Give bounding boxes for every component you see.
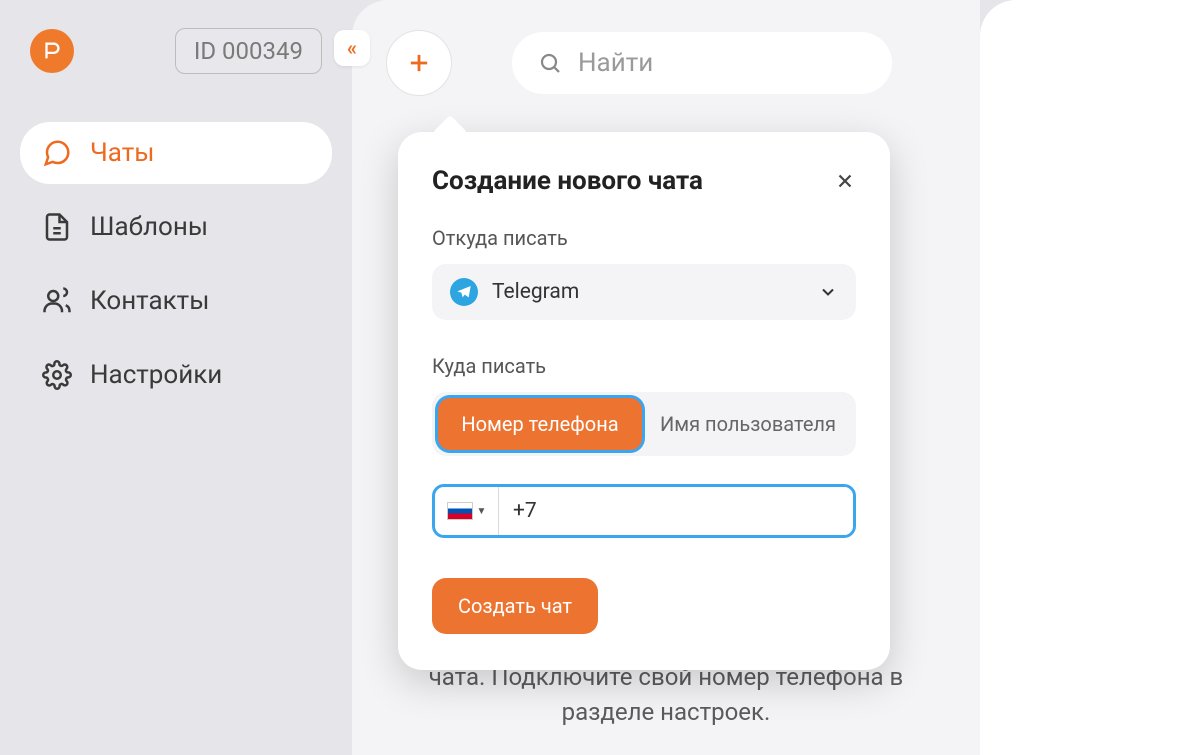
search-icon [538, 51, 562, 75]
close-icon [834, 170, 856, 192]
to-label: Куда писать [432, 354, 856, 378]
country-select[interactable]: ▼ [435, 487, 499, 535]
destination-type-toggle: Номер телефона Имя пользователя [432, 392, 856, 456]
search-bar[interactable] [512, 32, 892, 94]
caret-down-icon: ▼ [477, 506, 487, 517]
phone-input[interactable] [499, 487, 853, 535]
gear-icon [42, 360, 72, 390]
nav-label: Чаты [90, 138, 154, 168]
main-nav: Чаты Шаблоны Контакты Настройки [20, 122, 332, 406]
chat-icon [42, 138, 72, 168]
plus-icon [405, 49, 433, 77]
nav-item-settings[interactable]: Настройки [20, 344, 332, 406]
nav-item-templates[interactable]: Шаблоны [20, 196, 332, 258]
source-select-value: Telegram [492, 280, 804, 304]
create-chat-button[interactable]: Создать чат [432, 578, 598, 634]
toggle-phone[interactable]: Номер телефона [438, 398, 642, 450]
app-logo[interactable] [30, 29, 74, 73]
popover-title: Создание нового чата [432, 166, 703, 196]
nav-label: Настройки [90, 360, 222, 390]
new-chat-popover: Создание нового чата Откуда писать Teleg… [398, 132, 890, 670]
right-panel [980, 0, 1200, 755]
from-label: Откуда писать [432, 226, 856, 250]
nav-label: Контакты [90, 286, 209, 316]
sidebar: ID 000349 Чаты Шаблоны Контакты [0, 0, 352, 755]
document-icon [42, 212, 72, 242]
account-id-badge: ID 000349 [175, 28, 322, 74]
collapse-sidebar-button[interactable]: « [334, 30, 370, 66]
chevron-left-double-icon: « [347, 36, 357, 60]
contacts-icon [42, 286, 72, 316]
telegram-icon [450, 278, 478, 306]
source-select[interactable]: Telegram [432, 264, 856, 320]
nav-label: Шаблоны [90, 212, 208, 242]
search-input[interactable] [578, 48, 866, 78]
top-toolbar [386, 30, 946, 96]
phone-input-row: ▼ [432, 484, 856, 538]
nav-item-contacts[interactable]: Контакты [20, 270, 332, 332]
close-button[interactable] [834, 170, 856, 192]
empty-state-text: чата. Подключите свой номер телефона в р… [406, 660, 926, 730]
nav-item-chats[interactable]: Чаты [20, 122, 332, 184]
toggle-username[interactable]: Имя пользователя [646, 398, 850, 450]
new-chat-button[interactable] [386, 30, 452, 96]
flag-ru-icon [447, 502, 473, 520]
popover-header: Создание нового чата [432, 166, 856, 196]
sidebar-header: ID 000349 [20, 28, 332, 74]
chevron-down-icon [818, 282, 838, 302]
